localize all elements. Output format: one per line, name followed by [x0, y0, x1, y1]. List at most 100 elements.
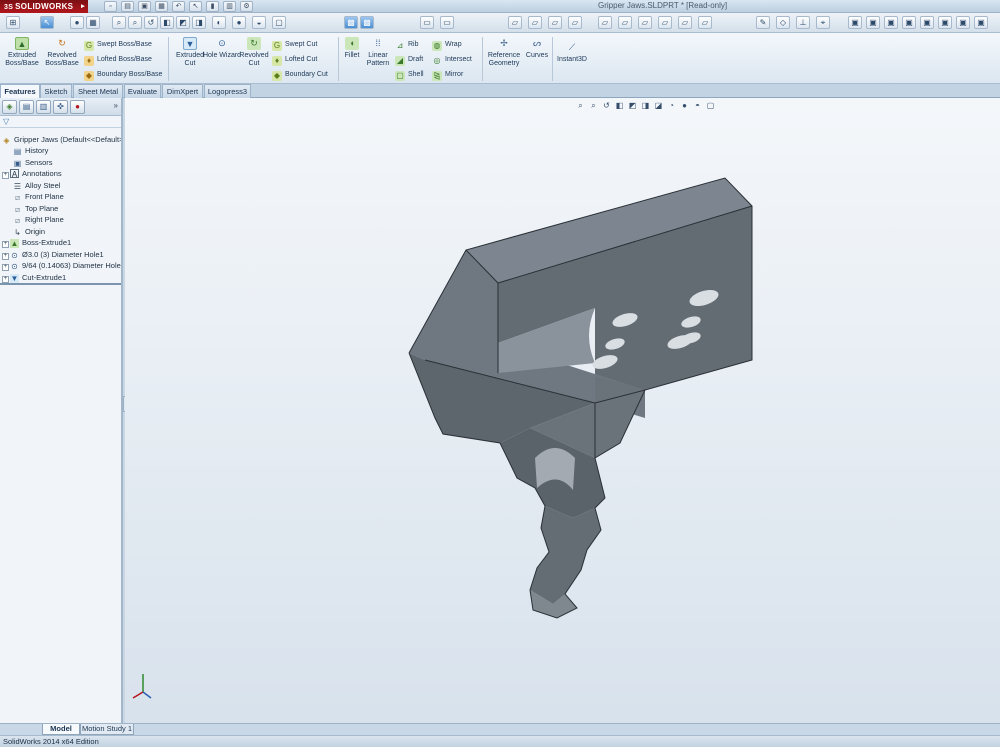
revolved-cut-button[interactable]: ↻ Revolved Cut [234, 37, 274, 68]
coordinate-view-icon[interactable]: ▱ [598, 16, 612, 29]
expand-plus-icon[interactable]: + [2, 241, 9, 248]
tree-item-top-plane[interactable]: ⧄ Top Plane [13, 203, 58, 214]
tab-features[interactable]: Features [0, 84, 40, 99]
wrap-button[interactable]: ◍ Wrap [432, 39, 462, 51]
tree-item-hole-1[interactable]: + ⊙ Ø3.0 (3) Diameter Hole1 [2, 249, 104, 260]
mirror-button[interactable]: ⧎ Mirror [432, 69, 463, 81]
top-view-icon[interactable]: ▣ [920, 16, 934, 29]
file-properties-icon[interactable]: ▥ [223, 1, 236, 12]
tree-root[interactable]: ◈ Gripper Jaws (Default<<Default> [2, 134, 121, 145]
tree-item-boss-extrude[interactable]: + ▲ Boss-Extrude1 [2, 237, 71, 248]
expand-plus-icon[interactable]: + [2, 253, 9, 260]
tab-dimxpert[interactable]: DimXpert [162, 84, 203, 98]
left-view-icon[interactable]: ▣ [884, 16, 898, 29]
instant3d-button[interactable]: ⟋ Instant3D [552, 41, 592, 64]
point-view-icon[interactable]: ▱ [548, 16, 562, 29]
view-settings-icon[interactable]: ▢ [272, 16, 286, 29]
reference-geometry-button[interactable]: ✢ Reference Geometry [484, 37, 524, 68]
tree-item-history[interactable]: ▤ History [13, 145, 49, 156]
lofted-cut-button[interactable]: ♦ Lofted Cut [272, 54, 317, 66]
tree-item-origin[interactable]: ↳ Origin [13, 226, 45, 237]
shell-button[interactable]: ▢ Shell [395, 69, 424, 81]
origin-view-icon[interactable]: ▱ [568, 16, 582, 29]
new-document-icon[interactable]: ▫ [104, 1, 117, 12]
measure-icon[interactable]: ⌖ [816, 16, 830, 29]
tree-item-hole-2[interactable]: + ⊙ 9/64 (0.14063) Diameter Hole1 [2, 260, 121, 271]
tab-logopress3[interactable]: Logopress3 [204, 84, 251, 98]
tree-item-material[interactable]: ☰ Alloy Steel [13, 180, 61, 191]
display-style-icon[interactable]: ◨ [192, 16, 206, 29]
tab-model[interactable]: Model [42, 724, 80, 735]
light-view-icon[interactable]: ▱ [698, 16, 712, 29]
tree-item-front-plane[interactable]: ⧄ Front Plane [13, 191, 64, 202]
select-arrow-icon[interactable]: ↖ [189, 1, 202, 12]
trimetric-view-icon[interactable]: ▣ [974, 16, 988, 29]
boundary-boss-button[interactable]: ◆ Boundary Boss/Base [84, 69, 162, 81]
expand-panel-icon[interactable]: » [114, 101, 118, 110]
dimension-view-icon[interactable]: ▱ [658, 16, 672, 29]
intersect-button[interactable]: ◎ Intersect [432, 54, 472, 66]
sketch-pencil-icon[interactable]: ✎ [756, 16, 770, 29]
edit-appearance-icon[interactable]: ● [232, 16, 246, 29]
draft-button[interactable]: ◢ Draft [395, 54, 423, 66]
curve-view-icon[interactable]: ▱ [618, 16, 632, 29]
zoom-area-icon[interactable]: ⌕ [128, 16, 142, 29]
lofted-boss-button[interactable]: ♦ Lofted Boss/Base [84, 54, 152, 66]
grid-icon[interactable]: ▦ [86, 16, 100, 29]
boundary-cut-button[interactable]: ◆ Boundary Cut [272, 69, 328, 81]
wireframe-icon[interactable]: ▭ [420, 16, 434, 29]
property-manager-tab-icon[interactable]: ▤ [19, 100, 34, 114]
tab-sheet-metal[interactable]: Sheet Metal [73, 84, 123, 98]
zoom-fit-icon[interactable]: ⌕ [112, 16, 126, 29]
shaded-icon[interactable]: ▩ [360, 16, 374, 29]
linear-pattern-button[interactable]: ⁞⁞ Linear Pattern [360, 37, 396, 68]
revolved-boss-button[interactable]: ↻ Revolved Boss/Base [42, 37, 82, 68]
filter-bar[interactable]: ▽ [0, 116, 121, 128]
smart-dimension-icon[interactable]: ◇ [776, 16, 790, 29]
graphics-area[interactable]: ⌕ ⌕ ↺ ◧ ◩ ◨ ◪ ◔ ● ◓ ▢ [125, 98, 1000, 723]
previous-view-icon[interactable]: ↺ [144, 16, 158, 29]
save-icon[interactable]: ▣ [138, 1, 151, 12]
expand-plus-icon[interactable]: + [2, 276, 9, 283]
hide-show-icon[interactable]: ◐ [212, 16, 226, 29]
sketch-tools-icon[interactable]: ⊞ [6, 16, 20, 29]
rebuild-icon[interactable]: ▮ [206, 1, 219, 12]
back-view-icon[interactable]: ▣ [866, 16, 880, 29]
tab-evaluate[interactable]: Evaluate [124, 84, 161, 98]
extruded-boss-button[interactable]: ▲ Extruded Boss/Base [2, 37, 42, 68]
bottom-view-icon[interactable]: ▣ [938, 16, 952, 29]
options-gear-icon[interactable]: ⚙ [240, 1, 253, 12]
display-manager-tab-icon[interactable]: ● [70, 100, 85, 114]
section-view-icon[interactable]: ◧ [160, 16, 174, 29]
hidden-lines-icon[interactable]: ▭ [440, 16, 454, 29]
print-icon[interactable]: ▦ [155, 1, 168, 12]
view-orientation-icon[interactable]: ◩ [176, 16, 190, 29]
sketch-view-icon[interactable]: ▱ [638, 16, 652, 29]
expand-plus-icon[interactable]: + [2, 264, 9, 271]
feature-manager-tab-icon[interactable]: ◈ [2, 100, 17, 114]
swept-boss-button[interactable]: G Swept Boss/Base [84, 39, 152, 51]
solidworks-menu-button[interactable]: 3S SOLIDWORKS ▸ [0, 0, 88, 13]
expand-plus-icon[interactable]: + [2, 172, 9, 179]
right-view-icon[interactable]: ▣ [902, 16, 916, 29]
relations-icon[interactable]: ⊥ [796, 16, 810, 29]
tree-item-right-plane[interactable]: ⧄ Right Plane [13, 214, 64, 225]
isometric-view-icon[interactable]: ▣ [956, 16, 970, 29]
front-view-icon[interactable]: ▣ [848, 16, 862, 29]
undo-icon[interactable]: ↶ [172, 1, 185, 12]
rib-button[interactable]: ⊿ Rib [395, 39, 419, 51]
tab-motion-study[interactable]: Motion Study 1 [80, 724, 134, 735]
curves-button[interactable]: ᔕ Curves [522, 37, 552, 60]
tree-item-annotations[interactable]: + A Annotations [2, 168, 62, 179]
tree-item-cut-extrude[interactable]: + ▼ Cut-Extrude1 [2, 272, 66, 283]
configuration-manager-tab-icon[interactable]: ▥ [36, 100, 51, 114]
plane-view-icon[interactable]: ▱ [508, 16, 522, 29]
swept-cut-button[interactable]: G Swept Cut [272, 39, 317, 51]
tree-item-sensors[interactable]: ▣ Sensors [13, 157, 53, 168]
gripper-jaw-part-model[interactable] [125, 98, 1000, 723]
dimxpert-manager-tab-icon[interactable]: ✜ [53, 100, 68, 114]
annotation-view-icon[interactable]: ▱ [678, 16, 692, 29]
axis-view-icon[interactable]: ▱ [528, 16, 542, 29]
open-folder-icon[interactable]: ▤ [121, 1, 134, 12]
shaded-with-edges-icon[interactable]: ▩ [344, 16, 358, 29]
